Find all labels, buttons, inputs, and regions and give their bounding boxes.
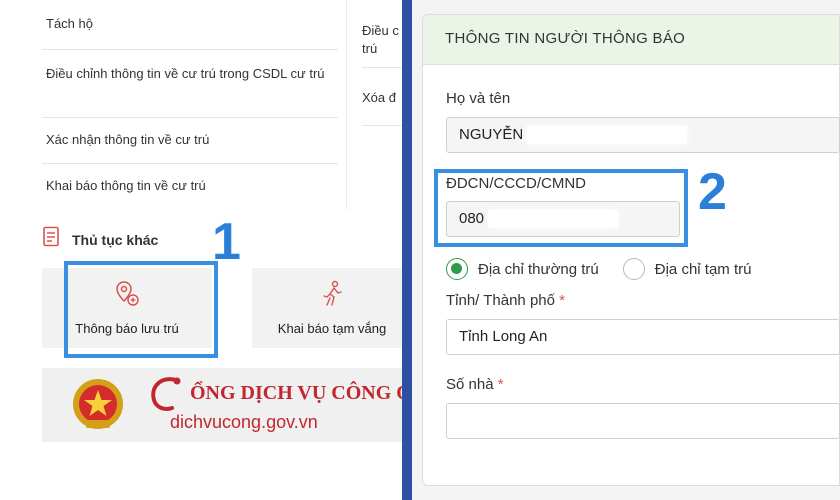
person-walking-icon	[319, 280, 345, 311]
menu-item-dieu-chinh-2[interactable]: Điều c trú	[362, 0, 402, 68]
province-label: Tỉnh/ Thành phố *	[446, 292, 565, 309]
portal-title: ỔNG DỊCH VỤ CÔNG Q	[190, 382, 402, 404]
radio-temporary-label: Địa chỉ tạm trú	[654, 260, 752, 278]
province-value: Tỉnh Long An	[459, 328, 548, 345]
menu-item-label: Xóa đ	[362, 90, 396, 105]
redacted-mask	[527, 126, 688, 145]
step-number-2: 2	[698, 163, 727, 221]
province-select[interactable]: Tỉnh Long An	[446, 319, 840, 355]
highlight-box-step1	[64, 261, 218, 358]
menu-item-label: Xác nhận thông tin về cư trú	[46, 132, 210, 147]
menu-item-label: Điều chỉnh thông tin về cư trú trong CSD…	[46, 66, 325, 81]
name-field[interactable]: NGUYỄN	[446, 117, 840, 153]
left-panel: Tách hộ Điều chỉnh thông tin về cư trú t…	[0, 0, 402, 500]
menu-item-dieu-chinh[interactable]: Điều chỉnh thông tin về cư trú trong CSD…	[42, 50, 338, 118]
tile-khai-bao-tam-vang[interactable]: Khai báo tạm vắng	[252, 268, 402, 348]
menu-item-khai-bao[interactable]: Khai báo thông tin về cư trú	[42, 164, 338, 210]
name-value: NGUYỄN	[459, 126, 524, 143]
radio-permanent-label: Địa chỉ thường trú	[478, 260, 599, 278]
card-header: THÔNG TIN NGƯỜI THÔNG BÁO	[423, 15, 839, 65]
highlight-box-step2	[434, 169, 688, 247]
menu-item-label: Tách hộ	[46, 16, 93, 31]
other-procedures-title: Thủ tục khác	[72, 231, 159, 248]
other-procedures-heading: Thủ tục khác	[42, 226, 158, 253]
address-type-radio-group: Địa chỉ thường trú Địa chỉ tạm trú	[446, 258, 751, 280]
portal-url: dichvucong.gov.vn	[170, 412, 318, 432]
required-mark: *	[497, 376, 504, 393]
name-label: Họ và tên	[446, 90, 511, 107]
menu-item-label: Điều c trú	[362, 23, 399, 56]
radio-permanent-address[interactable]	[446, 258, 468, 280]
menu-item-xac-nhan[interactable]: Xác nhận thông tin về cư trú	[42, 118, 338, 164]
house-label-text: Số nhà	[446, 376, 494, 393]
menu-item-label: Khai báo thông tin về cư trú	[46, 178, 206, 193]
menu-item-tach-ho[interactable]: Tách hộ	[42, 0, 338, 50]
public-service-portal-banner[interactable]: ỔNG DỊCH VỤ CÔNG Q dichvucong.gov.vn	[42, 368, 402, 442]
house-number-input[interactable]	[446, 403, 840, 439]
province-label-text: Tỉnh/ Thành phố	[446, 292, 555, 309]
column-divider	[346, 0, 347, 210]
document-list-icon	[42, 226, 62, 253]
step-number-1: 1	[212, 213, 241, 271]
house-number-label: Số nhà *	[446, 376, 504, 393]
menu-item-xoa[interactable]: Xóa đ	[362, 68, 402, 126]
radio-temporary-address[interactable]	[622, 258, 645, 280]
required-mark: *	[559, 292, 565, 309]
tile-label: Khai báo tạm vắng	[277, 321, 387, 336]
national-emblem-icon	[70, 376, 126, 439]
